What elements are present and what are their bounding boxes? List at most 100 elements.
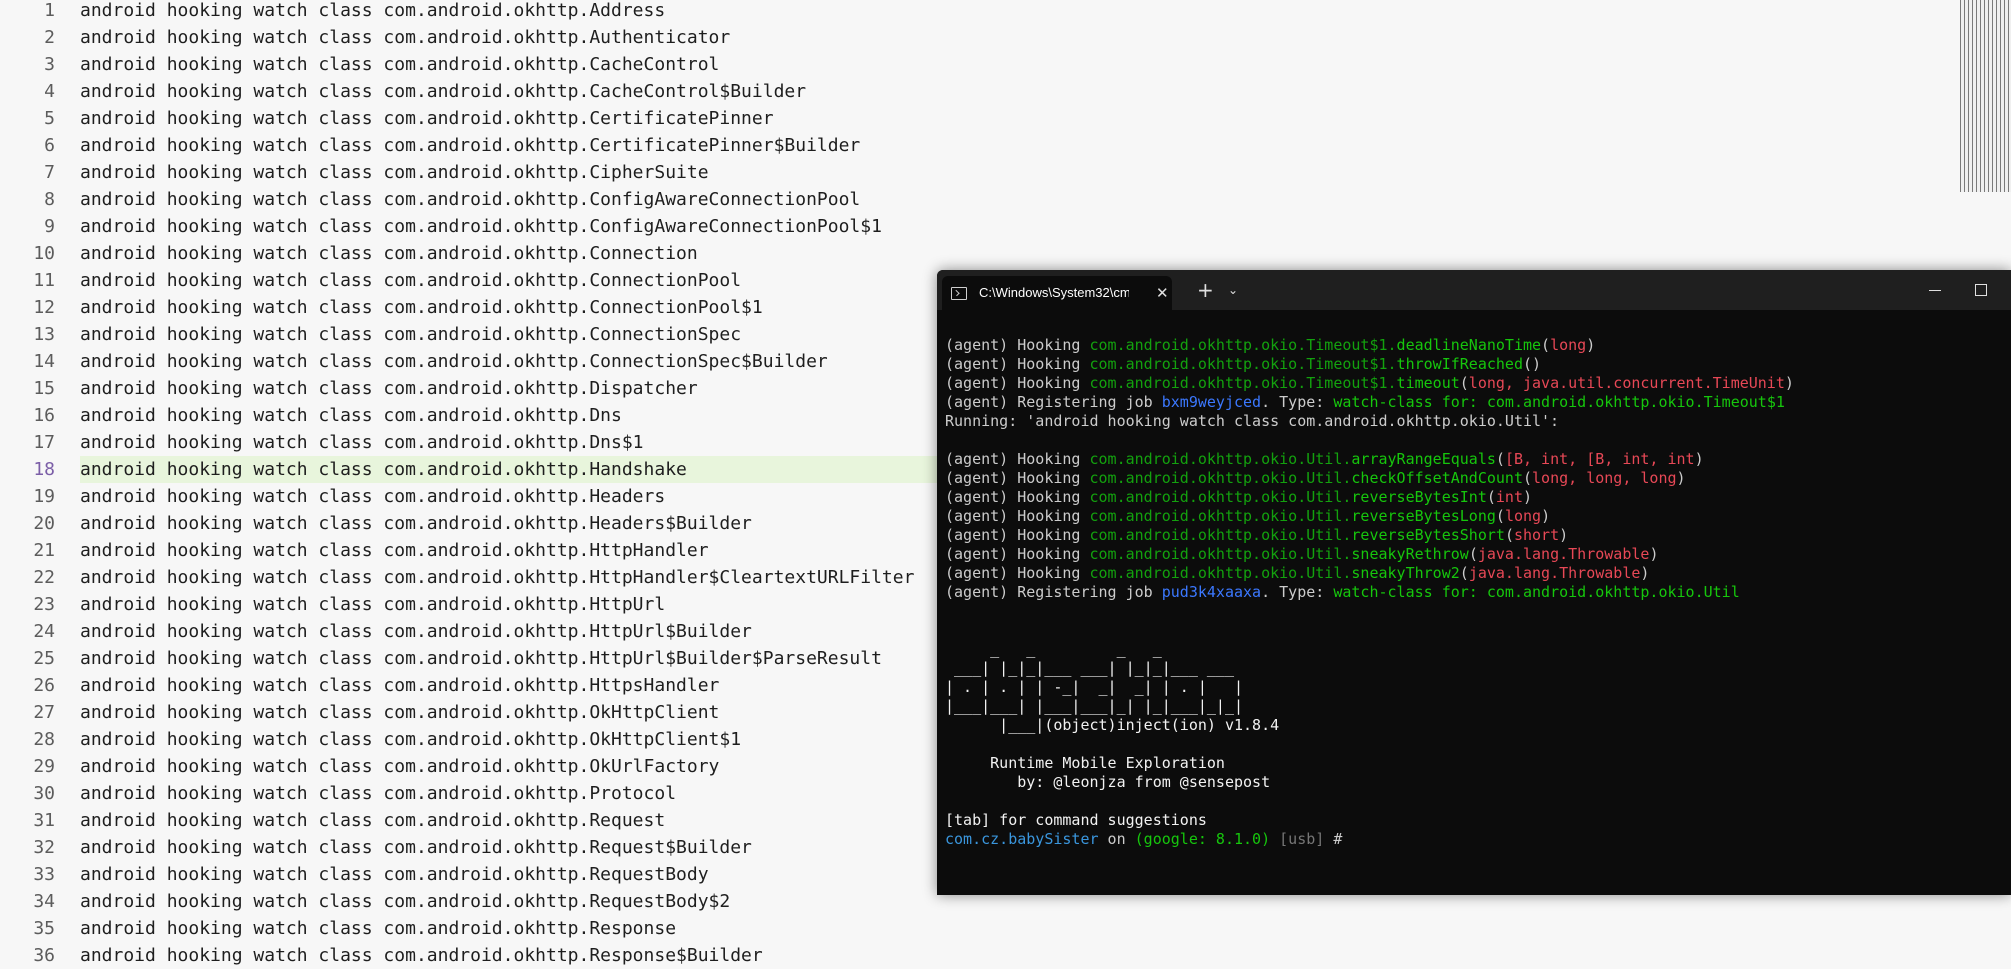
code-line[interactable]: android hooking watch class com.android.…: [80, 240, 698, 267]
code-line[interactable]: android hooking watch class com.android.…: [80, 861, 709, 888]
code-line[interactable]: android hooking watch class com.android.…: [80, 78, 806, 105]
code-line[interactable]: android hooking watch class com.android.…: [80, 834, 752, 861]
terminal-text-segment: _ _ _ _: [945, 640, 1162, 658]
minimize-icon[interactable]: [1929, 290, 1941, 291]
editor-minimap-scrollbar[interactable]: [1960, 0, 2011, 192]
terminal-line: _ _ _ _: [945, 640, 2005, 659]
code-line[interactable]: android hooking watch class com.android.…: [80, 186, 860, 213]
code-line[interactable]: android hooking watch class com.android.…: [80, 699, 719, 726]
terminal-output[interactable]: (agent) Hooking com.android.okhttp.okio.…: [945, 336, 2005, 849]
code-line[interactable]: android hooking watch class com.android.…: [80, 483, 665, 510]
code-line[interactable]: android hooking watch class com.android.…: [80, 591, 665, 618]
chevron-down-icon[interactable]: ⌄: [1228, 270, 1238, 310]
terminal-text-segment: com.android.okhttp.okio.Util.: [1089, 507, 1352, 525]
code-line[interactable]: android hooking watch class com.android.…: [80, 780, 676, 807]
code-line[interactable]: android hooking watch class com.android.…: [80, 105, 774, 132]
line-number: 23: [33, 594, 55, 615]
terminal-text-segment: |___|(object)inject(ion) v1.8.4: [945, 716, 1280, 734]
code-line[interactable]: android hooking watch class com.android.…: [80, 807, 665, 834]
code-line[interactable]: android hooking watch class com.android.…: [80, 294, 763, 321]
line-number: 27: [33, 702, 55, 723]
terminal-text-segment: reverseBytesLong: [1351, 507, 1496, 525]
code-line[interactable]: android hooking watch class com.android.…: [80, 348, 828, 375]
terminal-text-segment: . Type:: [1261, 393, 1334, 411]
code-line[interactable]: android hooking watch class com.android.…: [80, 321, 741, 348]
code-line[interactable]: android hooking watch class com.android.…: [80, 672, 719, 699]
line-number: 4: [44, 81, 55, 102]
line-number: 34: [33, 891, 55, 912]
code-line[interactable]: android hooking watch class com.android.…: [80, 726, 741, 753]
terminal-text-segment: (agent) Hooking: [945, 526, 1090, 544]
code-line[interactable]: android hooking watch class com.android.…: [80, 375, 698, 402]
code-line[interactable]: android hooking watch class com.android.…: [80, 942, 763, 969]
code-line[interactable]: android hooking watch class com.android.…: [80, 915, 676, 942]
terminal-line: (agent) Hooking com.android.okhttp.okio.…: [945, 526, 2005, 545]
close-tab-icon[interactable]: ✕: [1156, 276, 1169, 310]
line-number: 2: [44, 27, 55, 48]
terminal-text-segment: com.android.okhttp.okio.Util.: [1089, 488, 1352, 506]
terminal-text-segment: (: [1468, 545, 1478, 563]
code-line[interactable]: android hooking watch class com.android.…: [80, 0, 665, 24]
line-number: 30: [33, 783, 55, 804]
terminal-text-segment: Runtime Mobile Exploration: [945, 754, 1225, 772]
line-number: 13: [33, 324, 55, 345]
code-line[interactable]: android hooking watch class com.android.…: [80, 645, 882, 672]
code-line[interactable]: android hooking watch class com.android.…: [80, 213, 882, 240]
terminal-text-segment: ): [1523, 488, 1533, 506]
code-line[interactable]: android hooking watch class com.android.…: [80, 24, 730, 51]
terminal-text-segment: ): [1586, 336, 1596, 354]
line-number: 24: [33, 621, 55, 642]
code-line[interactable]: android hooking watch class com.android.…: [80, 537, 709, 564]
terminal-text-segment: (agent) Hooking: [945, 355, 1090, 373]
terminal-text-segment: (: [1486, 488, 1496, 506]
terminal-text-segment: by: @leonjza from @sensepost: [945, 773, 1271, 791]
terminal-line: (agent) Hooking com.android.okhttp.okio.…: [945, 564, 2005, 583]
terminal-text-segment: (: [1504, 526, 1514, 544]
line-number: 26: [33, 675, 55, 696]
code-line[interactable]: android hooking watch class com.android.…: [80, 402, 622, 429]
code-line[interactable]: android hooking watch class com.android.…: [80, 888, 730, 915]
terminal-text-segment: com.android.okhttp.okio.Util.: [1089, 526, 1352, 544]
code-line[interactable]: android hooking watch class com.android.…: [80, 456, 687, 483]
terminal-text-segment: short: [1513, 526, 1560, 544]
terminal-line: (agent) Hooking com.android.okhttp.okio.…: [945, 450, 2005, 469]
maximize-icon[interactable]: [1975, 284, 1987, 296]
code-line[interactable]: android hooking watch class com.android.…: [80, 510, 752, 537]
line-number: 25: [33, 648, 55, 669]
terminal-tab[interactable]: C:\Windows\System32\cmd.e ✕: [942, 276, 1172, 310]
terminal-text-segment: | . | . | | -_| _| _| | . | |: [945, 678, 1244, 696]
code-line[interactable]: android hooking watch class com.android.…: [80, 753, 719, 780]
line-number: 3: [44, 54, 55, 75]
terminal-line: (agent) Hooking com.android.okhttp.okio.…: [945, 545, 2005, 564]
terminal-line: Runtime Mobile Exploration: [945, 754, 2005, 773]
terminal-line: |___|___| |___|___|_| |_|___|_|_|: [945, 697, 2005, 716]
code-line[interactable]: android hooking watch class com.android.…: [80, 267, 741, 294]
code-line[interactable]: android hooking watch class com.android.…: [80, 132, 860, 159]
terminal-text-segment: (: [1541, 336, 1551, 354]
code-line[interactable]: android hooking watch class com.android.…: [80, 564, 914, 591]
code-line[interactable]: android hooking watch class com.android.…: [80, 159, 709, 186]
terminal-text-segment: arrayRangeEquals: [1351, 450, 1496, 468]
line-number: 18: [33, 459, 55, 480]
terminal-text-segment: (agent) Hooking: [945, 488, 1090, 506]
terminal-text-segment: . Type:: [1261, 583, 1334, 601]
terminal-text-segment: ): [1784, 374, 1794, 392]
terminal-titlebar[interactable]: C:\Windows\System32\cmd.e ✕ + ⌄: [937, 270, 2011, 310]
terminal-text-segment: (agent) Hooking: [945, 469, 1090, 487]
line-number: 32: [33, 837, 55, 858]
terminal-tab-title: C:\Windows\System32\cmd.e: [979, 285, 1129, 300]
terminal-text-segment: long: [1550, 336, 1587, 354]
code-line[interactable]: android hooking watch class com.android.…: [80, 429, 644, 456]
terminal-window[interactable]: C:\Windows\System32\cmd.e ✕ + ⌄ (agent) …: [937, 270, 2011, 895]
new-tab-icon[interactable]: +: [1197, 270, 1214, 310]
code-line[interactable]: android hooking watch class com.android.…: [80, 51, 719, 78]
terminal-text-segment: ): [1649, 545, 1659, 563]
terminal-line: by: @leonjza from @sensepost: [945, 773, 2005, 792]
terminal-text-segment: (: [1495, 450, 1505, 468]
code-line[interactable]: android hooking watch class com.android.…: [80, 618, 752, 645]
terminal-text-segment: [tab] for command suggestions: [945, 811, 1207, 829]
